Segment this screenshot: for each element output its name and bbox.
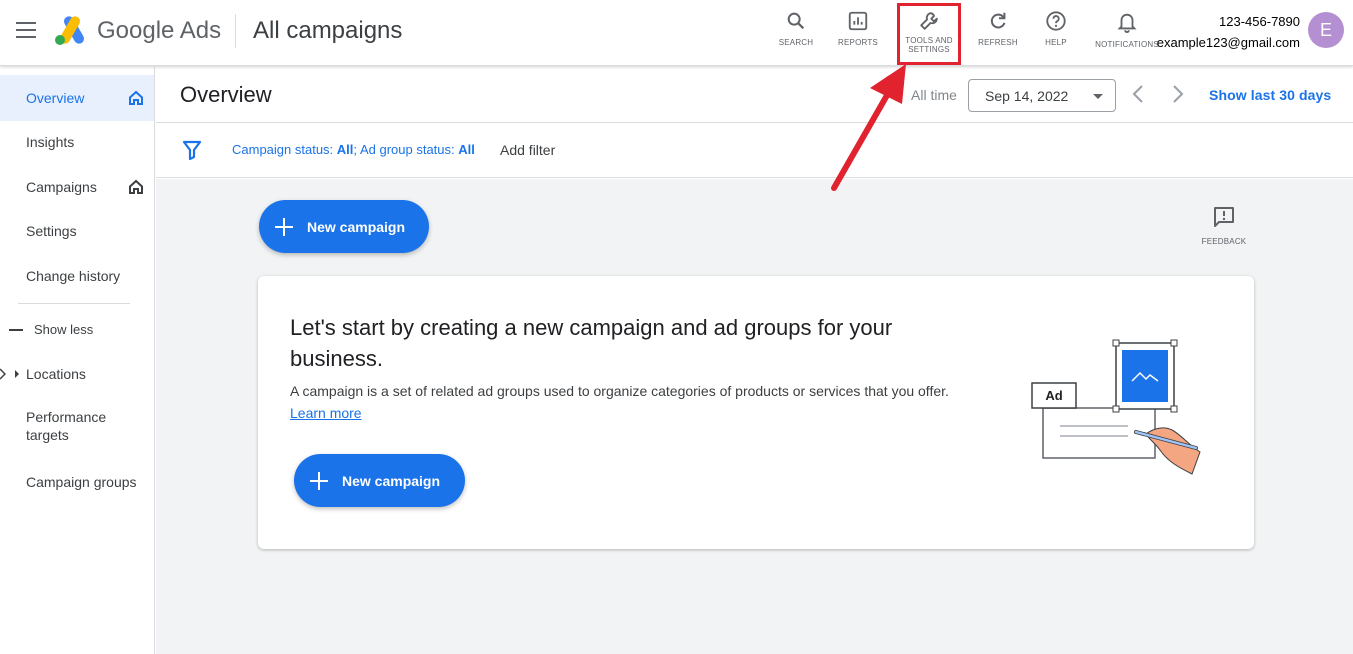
date-range-value: Sep 14, 2022 (985, 88, 1069, 104)
avatar[interactable]: E (1308, 12, 1344, 48)
ad-group-status-value: All (458, 142, 475, 157)
card-new-campaign-button[interactable]: New campaign (294, 454, 465, 507)
account-info[interactable]: 123-456-7890 example123@gmail.com (1157, 11, 1300, 53)
date-range-select[interactable]: Sep 14, 2022 (968, 79, 1116, 112)
sidebar-nav: Overview Insights Campaigns Settings Cha… (0, 67, 155, 654)
sidebar-item-performance-targets[interactable]: Performance targets (0, 408, 130, 444)
feedback-button[interactable]: FEEDBACK (1198, 206, 1250, 246)
plus-icon (275, 217, 293, 236)
notifications-tool-button[interactable]: NOTIFICATIONS (1094, 10, 1160, 49)
sidebar-item-settings[interactable]: Settings (0, 209, 154, 253)
campaign-status-label: Campaign status: (232, 142, 334, 157)
google-ads-logo-icon (55, 16, 84, 45)
new-campaign-label: New campaign (307, 218, 406, 235)
sidebar-item-label: Overview (26, 90, 85, 106)
brand-name: Google Ads (97, 17, 222, 44)
page-title: All campaigns (253, 17, 403, 44)
sidebar-show-less[interactable]: Show less (0, 308, 154, 352)
filter-icon[interactable] (183, 140, 201, 160)
menu-icon[interactable] (16, 22, 36, 40)
annotation-arrow (831, 64, 906, 191)
search-icon (787, 12, 805, 30)
campaign-status-value: All (336, 142, 354, 157)
help-tool-label: HELP (1045, 38, 1067, 47)
sidebar-item-overview[interactable]: Overview (0, 75, 154, 121)
sidebar-item-locations[interactable]: Locations (0, 352, 154, 396)
chevron-right-icon[interactable] (1172, 84, 1184, 104)
home-icon (129, 179, 143, 194)
card-new-campaign-label: New campaign (342, 472, 441, 489)
account-email: example123@gmail.com (1156, 35, 1300, 50)
search-tool-label: SEARCH (778, 38, 814, 47)
card-title: Let's start by creating a new campaign a… (290, 315, 893, 371)
sidebar-item-label: Performance targets (26, 409, 107, 443)
active-filters[interactable]: Campaign status: All; Ad group status: A… (232, 142, 475, 157)
sidebar-item-label: Campaigns (26, 179, 97, 195)
campaign-illustration: Ad (1031, 339, 1201, 475)
illustration-ad-label: Ad (1045, 388, 1062, 403)
reports-tool-label: REPORTS (838, 38, 878, 47)
filter-separator: ; (353, 142, 358, 157)
reports-icon (848, 11, 868, 31)
feedback-label: FEEDBACK (1201, 237, 1247, 246)
new-campaign-button[interactable]: New campaign (259, 200, 429, 253)
overview-title: Overview (180, 82, 272, 107)
overview-header: Overview All time Sep 14, 2022 Show last… (156, 67, 1353, 123)
reports-tool-button[interactable]: REPORTS (826, 10, 890, 47)
sidebar-divider (18, 303, 130, 304)
help-tool-button[interactable]: HELP (1024, 10, 1088, 47)
chevron-right-icon (0, 368, 6, 380)
header-divider (235, 14, 236, 48)
sidebar-item-insights[interactable]: Insights (0, 120, 154, 164)
top-app-bar: Google Ads All campaigns SEARCH REPORTS … (0, 0, 1353, 66)
expand-arrow-icon (15, 370, 19, 378)
show-last-30-days-link[interactable]: Show last 30 days (1209, 87, 1331, 103)
get-started-card: Let's start by creating a new campaign a… (258, 276, 1254, 549)
sidebar-item-label: Insights (26, 134, 75, 150)
sidebar-item-campaigns[interactable]: Campaigns (0, 165, 154, 209)
chevron-left-icon[interactable] (1132, 84, 1144, 104)
sidebar-item-label: Show less (34, 322, 94, 337)
refresh-icon (990, 12, 1006, 29)
card-description: A campaign is a set of related ad groups… (290, 383, 949, 399)
help-icon (1046, 11, 1066, 31)
sidebar-item-label: Change history (26, 268, 121, 284)
dropdown-caret-icon (1093, 94, 1103, 99)
ad-group-status-label: Ad group status: (359, 142, 455, 157)
notifications-tool-label: NOTIFICATIONS (1095, 40, 1159, 49)
add-filter-button[interactable]: Add filter (500, 142, 555, 158)
sidebar-item-label: Settings (26, 223, 77, 239)
main-content: New campaign FEEDBACK Let's start by cre… (156, 179, 1353, 654)
learn-more-link[interactable]: Learn more (290, 405, 362, 421)
minus-icon (9, 329, 23, 331)
tools-highlight-box (897, 3, 961, 65)
sidebar-item-label: Campaign groups (26, 474, 137, 490)
sidebar-item-change-history[interactable]: Change history (0, 254, 154, 298)
home-icon (129, 90, 143, 105)
sidebar-item-label: Locations (26, 366, 86, 382)
feedback-icon (1214, 207, 1234, 227)
filter-bar: Campaign status: All; Ad group status: A… (156, 124, 1353, 178)
account-phone: 123-456-7890 (1219, 14, 1300, 29)
refresh-tool-label: REFRESH (978, 38, 1018, 47)
sidebar-item-campaign-groups[interactable]: Campaign groups (0, 460, 154, 504)
plus-icon (310, 471, 328, 490)
search-tool-button[interactable]: SEARCH (764, 10, 828, 47)
refresh-tool-button[interactable]: REFRESH (966, 10, 1030, 47)
bell-icon (1117, 13, 1137, 33)
